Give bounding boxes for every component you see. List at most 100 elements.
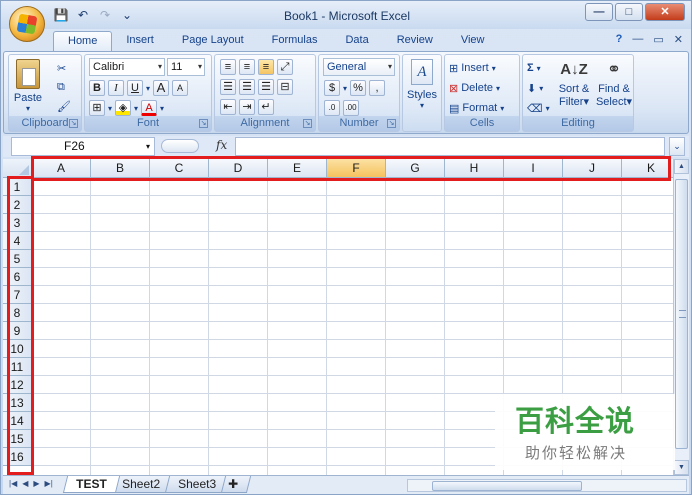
- format-painter-icon[interactable]: 🖌: [57, 97, 71, 115]
- tab-formulas[interactable]: Formulas: [258, 31, 332, 51]
- borders-icon[interactable]: ⊞: [89, 100, 105, 116]
- delete-cells-icon: ⊠: [449, 82, 459, 95]
- redo-icon[interactable]: ↷: [97, 7, 113, 23]
- paste-dropdown-icon[interactable]: ▾: [13, 104, 43, 113]
- copy-icon[interactable]: ⧉: [57, 78, 65, 96]
- fill-dropdown-icon[interactable]: ▾: [134, 104, 138, 113]
- styles-dropdown-icon[interactable]: ▾: [405, 101, 439, 110]
- sort-filter-icon: A↓Z: [560, 61, 588, 78]
- dialog-launcher-icon[interactable]: ↘: [69, 119, 78, 128]
- number-format-select[interactable]: General ▾: [323, 58, 395, 76]
- comma-button[interactable]: ,: [369, 80, 386, 96]
- horizontal-align-row: ☰ ☰ ☰ ⊟: [220, 78, 293, 96]
- paste-button[interactable]: Paste ▾: [13, 59, 43, 113]
- increase-decimal-icon[interactable]: .0: [324, 100, 340, 116]
- title-bar: Book1 - Microsoft Excel 💾 ↶ ↷ ⌄ — □ ✕: [1, 1, 691, 29]
- grow-font-button[interactable]: A: [153, 80, 170, 96]
- formula-input[interactable]: [235, 137, 665, 156]
- alignment-label: Alignment ↘: [215, 116, 315, 131]
- watermark: 百科全说 助你轻松解决: [495, 394, 675, 470]
- tab-view[interactable]: View: [447, 31, 499, 51]
- borders-dropdown-icon[interactable]: ▾: [108, 104, 112, 113]
- align-bottom-icon[interactable]: ≡: [258, 59, 274, 75]
- font-family-select[interactable]: Calibri ▾: [89, 58, 165, 76]
- close-workbook-icon[interactable]: ✕: [674, 33, 683, 46]
- office-button[interactable]: [9, 6, 45, 42]
- wrap-text-icon[interactable]: ↵: [258, 99, 274, 115]
- maximize-button[interactable]: □: [615, 3, 643, 21]
- percent-button[interactable]: %: [350, 80, 367, 96]
- font-size-select[interactable]: 11 ▾: [167, 58, 205, 76]
- fill-button[interactable]: ⬇ ▾: [527, 79, 543, 97]
- autosum-button[interactable]: Σ ▾: [527, 59, 541, 77]
- minimize-button[interactable]: —: [585, 3, 613, 21]
- vertical-scroll-thumb[interactable]: [675, 179, 688, 449]
- last-sheet-icon[interactable]: ▶|: [45, 479, 53, 488]
- merge-center-icon[interactable]: ⊟: [277, 79, 293, 95]
- name-box[interactable]: F26 ▾: [11, 137, 155, 156]
- fill-color-icon[interactable]: ◈: [115, 100, 132, 116]
- scroll-down-icon[interactable]: ▼: [674, 460, 689, 475]
- align-left-icon[interactable]: ☰: [220, 79, 236, 95]
- first-sheet-icon[interactable]: |◀: [9, 479, 17, 488]
- align-right-icon[interactable]: ☰: [258, 79, 274, 95]
- dialog-launcher-icon[interactable]: ↘: [199, 119, 208, 128]
- delete-cells-button[interactable]: ⊠ Delete ▾: [449, 79, 500, 97]
- decrease-decimal-icon[interactable]: .00: [343, 100, 359, 116]
- tab-review[interactable]: Review: [383, 31, 447, 51]
- cut-icon[interactable]: ✂: [57, 59, 66, 77]
- insert-cells-button[interactable]: ⊞ Insert ▾: [449, 59, 496, 77]
- close-button[interactable]: ✕: [645, 3, 685, 21]
- formula-resize-handle[interactable]: [161, 139, 199, 153]
- clear-button[interactable]: ⌫ ▾: [527, 99, 550, 117]
- italic-button[interactable]: I: [108, 80, 124, 96]
- insert-function-icon[interactable]: fx: [216, 138, 227, 152]
- help-icon[interactable]: ?: [616, 33, 623, 46]
- underline-dropdown-icon[interactable]: ▾: [146, 84, 150, 93]
- align-top-icon[interactable]: ≡: [220, 59, 236, 75]
- dialog-launcher-icon[interactable]: ↘: [303, 119, 312, 128]
- find-select-button[interactable]: ⚭ Find & Select▾: [595, 57, 633, 108]
- prev-sheet-icon[interactable]: ◀: [22, 479, 28, 488]
- shrink-font-button[interactable]: A: [172, 80, 189, 96]
- bold-button[interactable]: B: [89, 80, 105, 96]
- currency-dropdown-icon[interactable]: ▾: [343, 84, 347, 93]
- horizontal-scrollbar[interactable]: [407, 479, 687, 492]
- tab-page-layout[interactable]: Page Layout: [168, 31, 258, 51]
- tab-home[interactable]: Home: [53, 31, 113, 51]
- paste-icon: [16, 59, 40, 89]
- align-center-icon[interactable]: ☰: [239, 79, 255, 95]
- sheet-tab-test[interactable]: TEST: [62, 476, 120, 493]
- underline-button[interactable]: U: [127, 80, 143, 96]
- number-label: Number ↘: [319, 116, 399, 131]
- format-cells-button[interactable]: ▤ Format ▾: [449, 99, 504, 117]
- next-sheet-icon[interactable]: ▶: [33, 479, 39, 488]
- font-color-dropdown-icon[interactable]: ▾: [160, 104, 164, 113]
- tab-insert[interactable]: Insert: [112, 31, 168, 51]
- font-label: Font ↘: [85, 116, 211, 131]
- orientation-icon[interactable]: ⤢: [277, 59, 293, 75]
- styles-button[interactable]: A Styles ▾: [405, 59, 439, 110]
- increase-indent-icon[interactable]: ⇥: [239, 99, 255, 115]
- dialog-launcher-icon[interactable]: ↘: [387, 119, 396, 128]
- minimize-workbook-icon[interactable]: —: [632, 33, 643, 46]
- expand-formula-icon[interactable]: ⌄: [669, 137, 685, 156]
- font-color-button[interactable]: A: [141, 100, 158, 116]
- tab-data[interactable]: Data: [331, 31, 382, 51]
- window-controls: — □ ✕: [585, 3, 685, 21]
- save-icon[interactable]: 💾: [53, 7, 69, 23]
- vertical-scrollbar[interactable]: ▲ ▼: [673, 159, 689, 475]
- align-middle-icon[interactable]: ≡: [239, 59, 255, 75]
- restore-workbook-icon[interactable]: ▭: [653, 33, 663, 46]
- decrease-indent-icon[interactable]: ⇤: [220, 99, 236, 115]
- number-group: General ▾ $ ▾ % , .0 .00 Number ↘: [318, 54, 400, 132]
- currency-icon[interactable]: $: [324, 80, 340, 96]
- office-logo-icon: [16, 13, 38, 35]
- scroll-up-icon[interactable]: ▲: [674, 159, 689, 174]
- horizontal-scroll-thumb[interactable]: [432, 481, 582, 491]
- customize-qat-icon[interactable]: ⌄: [119, 7, 135, 23]
- undo-icon[interactable]: ↶: [75, 7, 91, 23]
- sheet-tab-sheet3[interactable]: Sheet3: [164, 476, 230, 493]
- sort-filter-button[interactable]: A↓Z Sort & Filter▾: [555, 57, 593, 108]
- insert-sheet-icon[interactable]: ✚: [220, 476, 252, 493]
